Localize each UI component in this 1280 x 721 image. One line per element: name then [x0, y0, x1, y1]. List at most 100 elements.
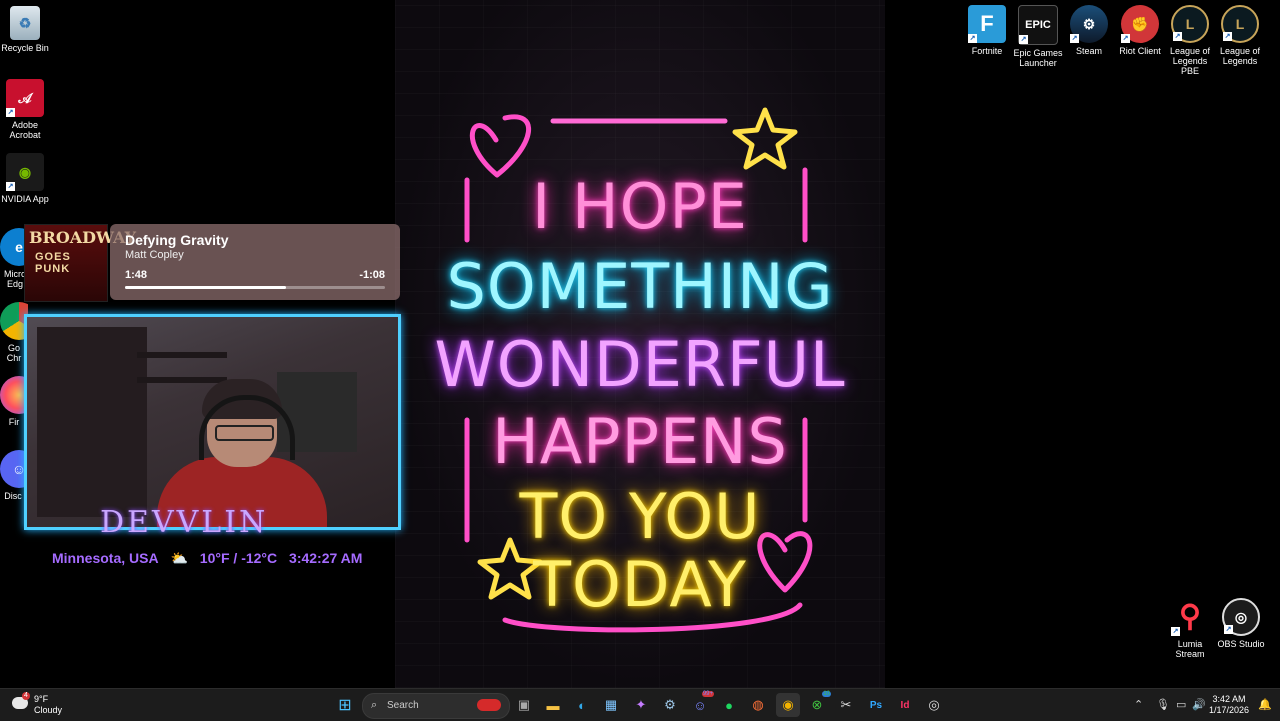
- desktop-icon-label: Steam: [1075, 46, 1102, 56]
- file-explorer-icon: ▬: [546, 697, 560, 713]
- desktop-icon-league[interactable]: L ↗ League of Legends: [1215, 5, 1265, 66]
- neon-line-1: I HOPE: [532, 170, 748, 243]
- desktop-icon-league-pbe[interactable]: L ↗ League of Legends PBE: [1165, 5, 1215, 76]
- edge-icon: ◐: [578, 697, 586, 713]
- desktop-icon-label: Epic Games Launcher: [1013, 48, 1063, 68]
- desktop-icon-nvidia-app[interactable]: ◉ ↗ NVIDIA App: [0, 153, 50, 204]
- shortcut-arrow-icon: ↗: [6, 182, 15, 191]
- streamer-brand: DEVVLIN: [100, 505, 269, 540]
- track-title: Defying Gravity: [125, 232, 229, 248]
- show-hidden-icons-button[interactable]: ⌃: [1134, 698, 1143, 711]
- xbox-badge: 10: [822, 691, 831, 697]
- track-progress-fill: [125, 286, 287, 289]
- discord-badge: 99+: [701, 691, 714, 697]
- adobe-acrobat-icon: 𝒜 ↗: [6, 79, 44, 117]
- indesign-icon: Id: [900, 699, 910, 711]
- notifications-icon[interactable]: 🔔: [1258, 698, 1272, 711]
- desktop-icon-label: Lumia Stream: [1175, 639, 1205, 659]
- shortcut-arrow-icon: ↗: [968, 34, 977, 43]
- store-icon: ▦: [604, 697, 618, 712]
- clock-date: 1/17/2026: [1208, 705, 1250, 715]
- recycle-bin-icon: ♻: [10, 6, 40, 40]
- desktop-icon-lumia-stream[interactable]: ⚲ ↗ Lumia Stream: [1165, 598, 1215, 659]
- taskbar-xbox[interactable]: ⊗ 10: [805, 691, 831, 717]
- taskbar-clock[interactable]: 3:42 AM 1/17/2026: [1206, 694, 1252, 716]
- remaining-time: -1:08: [359, 269, 385, 281]
- taskbar-photoshop[interactable]: Ps: [864, 693, 888, 717]
- taskbar-discord[interactable]: ☺ 99+: [688, 691, 714, 717]
- task-view-icon: ▣: [517, 697, 531, 712]
- overlay-location: Minnesota, USA: [52, 550, 159, 566]
- network-icon[interactable]: ▭: [1176, 698, 1186, 711]
- weather-badge: 4: [22, 692, 30, 700]
- weather-desc: Cloudy: [34, 705, 63, 715]
- desktop-icon-label: League of Legends PBE: [1169, 46, 1211, 76]
- desktop-icon-adobe-acrobat[interactable]: 𝒜 ↗ Adobe Acrobat: [0, 79, 50, 140]
- shortcut-arrow-icon: ↗: [1121, 34, 1130, 43]
- discord-icon: ☺: [693, 697, 707, 713]
- snipping-icon: ✂: [840, 697, 852, 712]
- desktop-icon-label: Disc: [4, 491, 22, 501]
- webcam-feed: [24, 314, 401, 530]
- taskbar-edge[interactable]: ◐: [570, 693, 594, 717]
- track-artist: Matt Copley: [125, 249, 184, 261]
- desktop-icon-fortnite[interactable]: F ↗ Fortnite: [962, 5, 1012, 56]
- shortcut-arrow-icon: ↗: [1173, 32, 1182, 41]
- elapsed-time: 1:48: [125, 269, 148, 281]
- shortcut-arrow-icon: ↗: [1171, 627, 1180, 636]
- neon-wallpaper: I HOPE SOMETHING WONDERFUL HAPPENS TO YO…: [395, 0, 885, 688]
- steam-icon: ⚙ ↗: [1070, 5, 1108, 43]
- neon-line-6: TODAY: [533, 548, 747, 621]
- desktop-icon-steam[interactable]: ⚙ ↗ Steam: [1064, 5, 1114, 56]
- clock-time: 3:42 AM: [1212, 694, 1246, 704]
- album-art-subtitle: GOES PUNK: [35, 251, 71, 275]
- desktop-icon-riot-client[interactable]: ✊ ↗ Riot Client: [1115, 5, 1165, 56]
- shortcut-arrow-icon: ↗: [1019, 35, 1028, 44]
- volume-icon[interactable]: 🔊: [1192, 698, 1206, 711]
- taskbar-obs[interactable]: ◎: [922, 693, 946, 717]
- taskbar-snipping-tool[interactable]: ✂: [834, 693, 858, 717]
- riot-client-icon: ✊ ↗: [1121, 5, 1159, 43]
- desktop-icon-recycle-bin[interactable]: ♻ Recycle Bin: [0, 6, 50, 53]
- background-shelf: [37, 327, 147, 517]
- overlay-time: 3:42:27 AM: [289, 550, 363, 566]
- shortcut-arrow-icon: ↗: [1224, 625, 1233, 634]
- weather-temp: 9°F: [34, 694, 49, 704]
- steam-icon: ⚙: [664, 697, 676, 712]
- shortcut-arrow-icon: ↗: [6, 108, 15, 117]
- desktop-icon-label: Fortnite: [971, 46, 1003, 56]
- taskbar-chrome[interactable]: ◉: [776, 693, 800, 717]
- now-playing-widget[interactable]: BROADWAY GOES PUNK Defying Gravity Matt …: [24, 224, 400, 302]
- search-placeholder: Search: [387, 700, 419, 711]
- desktop-icon-label: League of Legends: [1219, 46, 1261, 66]
- shortcut-arrow-icon: ↗: [1223, 32, 1232, 41]
- epic-games-icon: EPIC ↗: [1018, 5, 1058, 45]
- search-highlight-icon: [477, 699, 501, 711]
- taskbar-spotify[interactable]: ●: [717, 693, 741, 717]
- shelf-board: [137, 352, 227, 358]
- desktop-icon-label: NVIDIA App: [1, 194, 49, 204]
- microphone-icon[interactable]: 🎙: [1156, 698, 1170, 711]
- chrome-icon: ◉: [782, 697, 794, 712]
- nvidia-icon: ◉ ↗: [6, 153, 44, 191]
- desktop-icon-obs-studio[interactable]: ◎ ↗ OBS Studio: [1216, 598, 1266, 649]
- windows-start-icon: ⊞: [338, 697, 352, 714]
- taskbar-steam[interactable]: ⚙: [658, 693, 682, 717]
- taskbar-indesign[interactable]: Id: [893, 693, 917, 717]
- taskbar-search[interactable]: ⌕ Search: [362, 693, 510, 719]
- cloud-sun-icon: ⛅: [170, 550, 188, 566]
- firefox-icon: ◍: [752, 697, 764, 712]
- league-icon: L ↗: [1221, 5, 1259, 43]
- start-button[interactable]: ⊞: [333, 693, 357, 717]
- desktop-icon-label: Riot Client: [1119, 46, 1161, 56]
- track-progress-bar[interactable]: [125, 286, 385, 289]
- taskbar-firefox[interactable]: ◍: [746, 693, 770, 717]
- taskbar-file-explorer[interactable]: ▬: [541, 693, 565, 717]
- overlay-temperature: 10°F / -12°C: [199, 550, 278, 566]
- lumia-stream-icon: ⚲ ↗: [1171, 600, 1201, 636]
- taskbar-store[interactable]: ▦: [599, 693, 623, 717]
- desktop-icon-epic-games[interactable]: EPIC ↗ Epic Games Launcher: [1013, 5, 1063, 68]
- desktop-icon-discord[interactable]: ☺ Disc: [0, 450, 26, 501]
- taskbar-copilot[interactable]: ✦: [629, 693, 653, 717]
- task-view-button[interactable]: ▣: [512, 693, 536, 717]
